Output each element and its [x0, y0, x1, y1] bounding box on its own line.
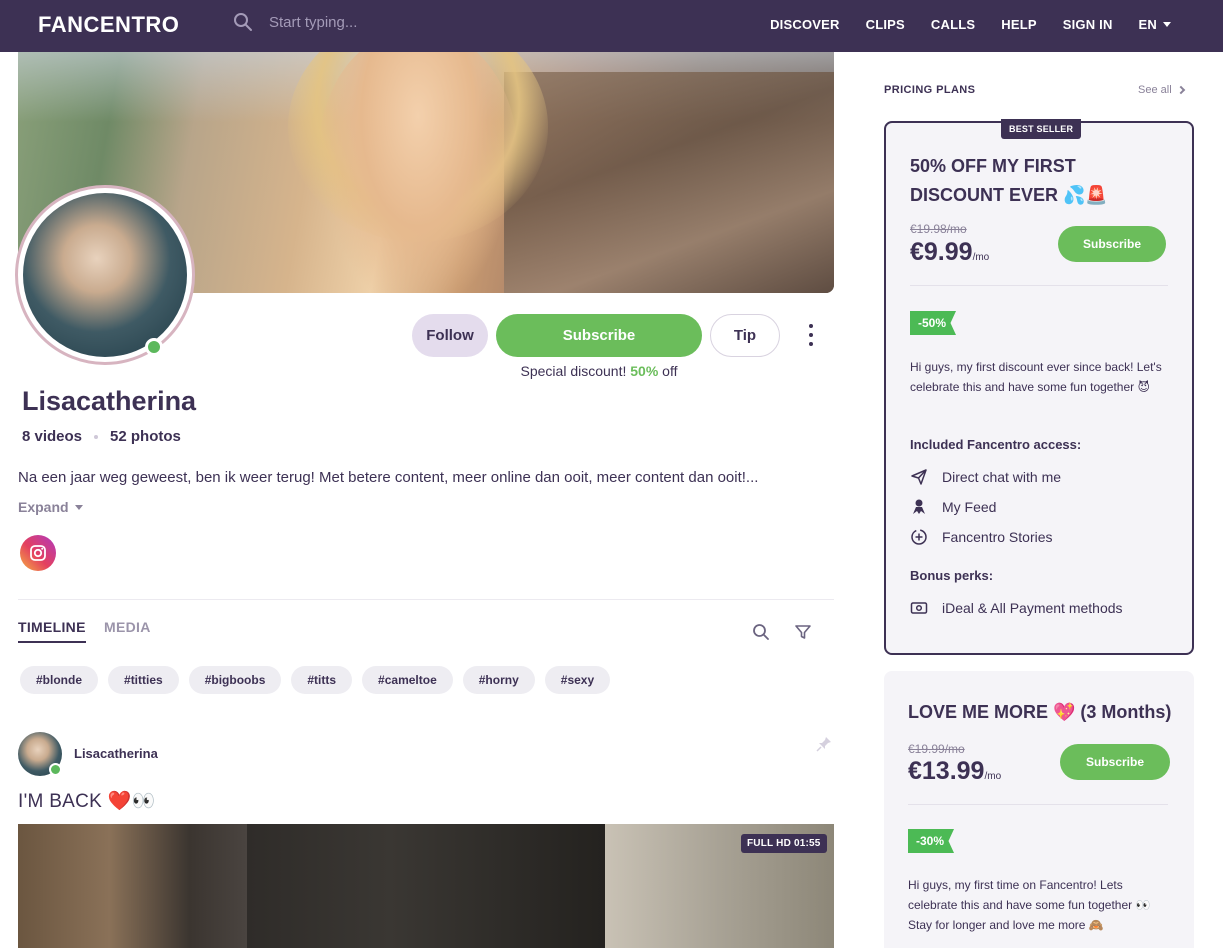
fancentro-logo[interactable]: FANCENTRO: [38, 12, 179, 38]
discount-suffix: off: [662, 363, 678, 379]
post-author-name[interactable]: Lisacatherina: [74, 746, 158, 761]
subscribe-button[interactable]: Subscribe: [496, 314, 702, 357]
profile-stats: 8 videos 52 photos: [22, 428, 181, 445]
hashtag-list: #blonde #titties #bigboobs #titts #camel…: [20, 666, 611, 694]
see-all-link[interactable]: See all: [1138, 84, 1185, 96]
chevron-down-icon: [1163, 22, 1171, 27]
plan-price-value: €13.99: [908, 757, 985, 785]
plan-subscribe-button[interactable]: Subscribe: [1060, 744, 1170, 780]
profile-avatar[interactable]: [15, 185, 195, 365]
plan-title: 50% OFF MY FIRST DISCOUNT EVER 💦🚨: [910, 152, 1108, 210]
plan-description: Hi guys, my first time on Fancentro! Let…: [908, 878, 1151, 932]
avatar-photo: [23, 193, 187, 357]
nav-discover[interactable]: DISCOVER: [770, 17, 840, 32]
plan-price-period: /mo: [984, 771, 1002, 782]
video-frame: [247, 824, 605, 948]
expand-label: Expand: [18, 499, 69, 515]
online-status-dot: [145, 338, 163, 356]
stories-icon: [911, 529, 927, 545]
stats-separator: [94, 434, 99, 439]
perk-label: iDeal & All Payment methods: [942, 600, 1123, 616]
included-access-title: Included Fancentro access:: [910, 437, 1082, 452]
nav-sign-in[interactable]: SIGN IN: [1063, 17, 1113, 32]
perk-label: My Feed: [942, 499, 997, 515]
plan-title-line: DISCOUNT EVER 💦🚨: [910, 185, 1108, 205]
paper-plane-icon: [911, 469, 927, 485]
tip-button[interactable]: Tip: [710, 314, 780, 357]
search-bar[interactable]: [233, 12, 469, 32]
post-online-dot: [49, 763, 62, 776]
video-quality-duration-badge: FULL HD 01:55: [741, 834, 827, 853]
pin-icon: [816, 737, 831, 752]
perk-label: Fancentro Stories: [942, 529, 1053, 545]
language-selector[interactable]: EN: [1139, 17, 1171, 32]
plan-divider: [910, 285, 1168, 286]
plan-discount-badge: -50%: [910, 311, 957, 335]
pricing-plans-heading: PRICING PLANS: [884, 84, 976, 96]
search-icon: [234, 13, 252, 31]
hashtag-chip[interactable]: #sexy: [544, 666, 611, 694]
cash-icon: [910, 602, 928, 614]
discount-percent: 50%: [630, 363, 659, 379]
search-icon[interactable]: [752, 623, 770, 641]
plan-old-price: €19.98/mo: [910, 222, 967, 236]
pricing-plan-card: LOVE ME MORE 💖 (3 Months) €19.99/mo €13.…: [884, 671, 1194, 948]
expand-bio-button[interactable]: Expand: [18, 499, 83, 515]
tab-media[interactable]: MEDIA: [104, 619, 151, 635]
top-navbar: FANCENTRO DISCOVER CLIPS CALLS HELP SIGN…: [0, 0, 1223, 52]
hashtag-chip[interactable]: #titts: [291, 666, 353, 694]
bonus-perks-title: Bonus perks:: [910, 568, 994, 583]
special-discount-text: Special discount! 50% off: [496, 363, 702, 379]
main-nav: DISCOVER CLIPS CALLS HELP SIGN IN EN: [770, 17, 1171, 32]
video-frame: [18, 824, 247, 948]
hashtag-chip[interactable]: #titties: [108, 666, 179, 694]
language-label: EN: [1138, 17, 1157, 32]
more-options-icon[interactable]: [806, 324, 816, 346]
perk-payment-methods: iDeal & All Payment methods: [910, 599, 1123, 617]
plan-discount-badge: -30%: [908, 829, 955, 853]
plan-old-price: €19.99/mo: [908, 742, 965, 756]
nav-help[interactable]: HELP: [1001, 17, 1036, 32]
plan-description: Hi guys, my first discount ever since ba…: [910, 360, 1162, 394]
plan-title: LOVE ME MORE 💖 (3 Months): [908, 702, 1172, 722]
feed-person-icon: [913, 499, 925, 514]
hashtag-chip[interactable]: #cameltoe: [362, 666, 453, 694]
best-seller-badge: BEST SELLER: [1001, 119, 1082, 139]
plan-price-value: €9.99: [910, 238, 973, 266]
see-all-label: See all: [1138, 84, 1172, 96]
hashtag-chip[interactable]: #bigboobs: [188, 666, 282, 694]
instagram-icon[interactable]: [20, 535, 56, 571]
plan-price-period: /mo: [972, 252, 990, 263]
cover-figure: [318, 52, 518, 293]
post-text: I'M BACK ❤️👀: [18, 791, 156, 812]
hashtag-chip[interactable]: #blonde: [20, 666, 99, 694]
plan-subscribe-button[interactable]: Subscribe: [1058, 226, 1166, 262]
chevron-down-icon: [74, 504, 83, 510]
perk-direct-chat: Direct chat with me: [910, 468, 1061, 486]
profile-name: Lisacatherina: [22, 386, 197, 416]
hashtag-chip[interactable]: #horny: [462, 666, 535, 694]
pricing-plan-card: BEST SELLER 50% OFF MY FIRST DISCOUNT EV…: [884, 119, 1194, 655]
perk-label: Direct chat with me: [942, 469, 1062, 485]
perk-my-feed: My Feed: [910, 498, 996, 516]
follow-button[interactable]: Follow: [412, 314, 488, 357]
plan-title-line: 50% OFF MY FIRST: [910, 156, 1076, 176]
section-divider: [18, 599, 834, 600]
discount-prefix: Special discount!: [520, 363, 627, 379]
photos-count[interactable]: 52 photos: [110, 428, 181, 445]
chevron-right-icon: [1176, 85, 1185, 95]
perk-stories: Fancentro Stories: [910, 528, 1053, 546]
cover-rocks: [504, 72, 834, 293]
search-input[interactable]: [269, 13, 469, 31]
plan-price: €9.99/mo: [910, 238, 989, 267]
plan-price: €13.99/mo: [908, 757, 1001, 786]
videos-count[interactable]: 8 videos: [22, 428, 82, 445]
nav-calls[interactable]: CALLS: [931, 17, 975, 32]
plan-divider: [908, 804, 1168, 805]
tab-timeline[interactable]: TIMELINE: [18, 619, 86, 643]
nav-clips[interactable]: CLIPS: [866, 17, 905, 32]
post-video-preview[interactable]: [18, 824, 834, 948]
filter-icon[interactable]: [794, 623, 812, 641]
profile-bio: Na een jaar weg geweest, ben ik weer ter…: [18, 469, 759, 486]
